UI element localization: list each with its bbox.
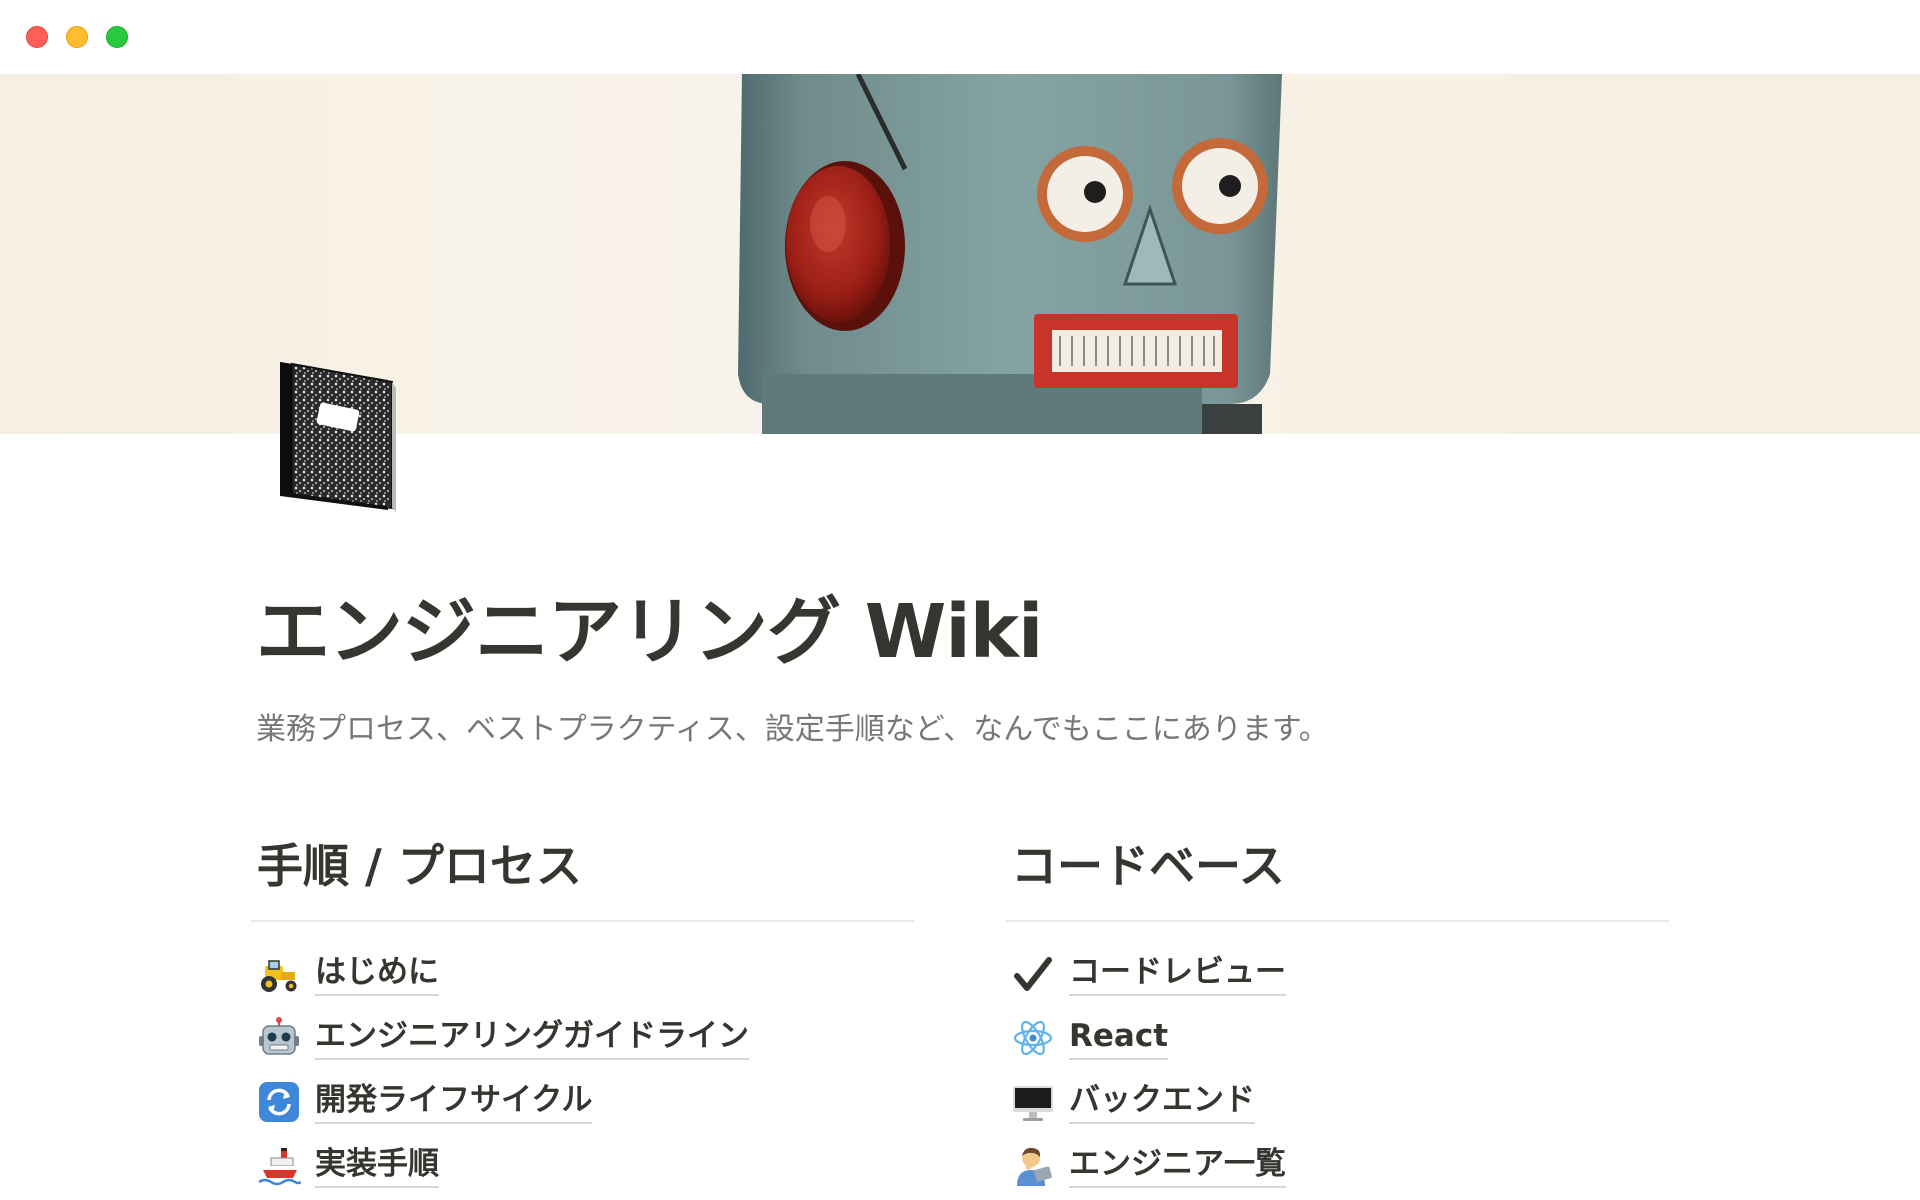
ship-icon (257, 1144, 301, 1188)
link-list: はじめに エンジニアリングガイドライン 開発ライフサイクル 実装手順 (251, 942, 915, 1198)
section-procedures: 手順 / プロセス はじめに エンジニアリングガイドライン 開発ライフサイクル … (251, 830, 915, 1198)
page-link-label[interactable]: コードレビュー (1069, 952, 1286, 996)
refresh-arrows-icon (257, 1080, 301, 1124)
page-link-react[interactable]: React (1005, 1006, 1669, 1070)
page-description[interactable]: 業務プロセス、ベストプラクティス、設定手順など、なんでもここにあります。 (256, 708, 1329, 752)
divider (1005, 920, 1669, 922)
desktop-computer-icon (1011, 1080, 1055, 1124)
page-title[interactable]: エンジニアリング Wiki (256, 584, 1043, 680)
section-codebase: コードベース コードレビュー React バックエンド エンジニア一覧 (1005, 830, 1669, 1198)
close-window-button[interactable] (26, 26, 48, 48)
page-link-label[interactable]: エンジニア一覧 (1069, 1144, 1286, 1188)
page-link-getting-started[interactable]: はじめに (251, 942, 915, 1006)
page-link-backend[interactable]: バックエンド (1005, 1070, 1669, 1134)
divider (251, 920, 915, 922)
section-heading[interactable]: 手順 / プロセス (257, 830, 915, 902)
page-link-label[interactable]: 実装手順 (315, 1144, 439, 1188)
zoom-window-button[interactable] (106, 26, 128, 48)
title-bar (0, 0, 1920, 74)
app-window: エンジニアリング Wiki 業務プロセス、ベストプラクティス、設定手順など、なん… (0, 0, 1920, 1200)
link-list: コードレビュー React バックエンド エンジニア一覧 (1005, 942, 1669, 1198)
tractor-icon (257, 952, 301, 996)
page-link-label[interactable]: 開発ライフサイクル (315, 1080, 593, 1124)
page-link-label[interactable]: エンジニアリングガイドライン (315, 1016, 749, 1060)
page-link-implementation[interactable]: 実装手順 (251, 1134, 915, 1198)
section-heading[interactable]: コードベース (1011, 830, 1669, 902)
page-link-label[interactable]: React (1069, 1016, 1169, 1060)
page-link-engineers[interactable]: エンジニア一覧 (1005, 1134, 1669, 1198)
robot-icon (257, 1016, 301, 1060)
composition-notebook-icon[interactable] (270, 358, 400, 514)
page-link-label[interactable]: はじめに (315, 952, 439, 996)
page-link-label[interactable]: バックエンド (1069, 1080, 1255, 1124)
page-link-dev-lifecycle[interactable]: 開発ライフサイクル (251, 1070, 915, 1134)
check-mark-icon (1011, 952, 1055, 996)
page-link-code-review[interactable]: コードレビュー (1005, 942, 1669, 1006)
page-link-engineering-guidelines[interactable]: エンジニアリングガイドライン (251, 1006, 915, 1070)
technologist-icon (1011, 1144, 1055, 1188)
atom-icon (1011, 1016, 1055, 1060)
minimize-window-button[interactable] (66, 26, 88, 48)
